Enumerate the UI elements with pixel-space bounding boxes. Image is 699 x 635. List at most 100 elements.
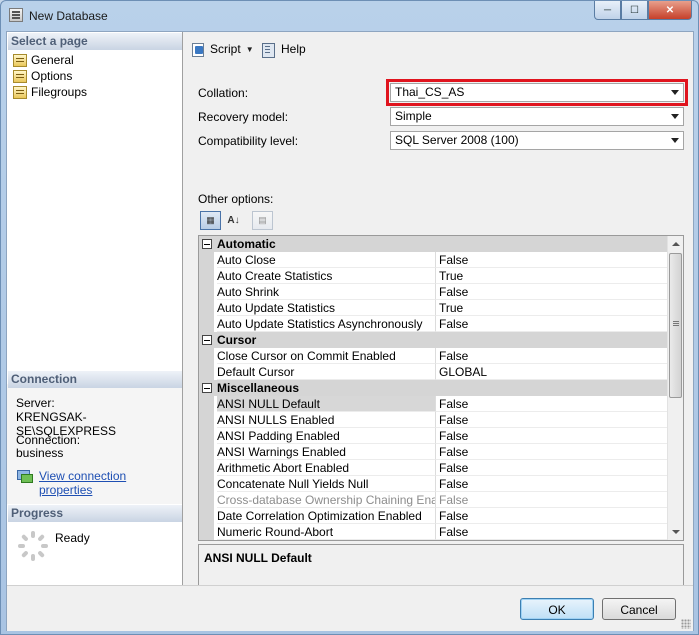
property-pages-icon[interactable]: ▤ <box>252 211 273 230</box>
recovery-model-combobox[interactable]: Simple <box>390 107 684 126</box>
property-value[interactable]: False <box>435 396 668 412</box>
property-row[interactable]: Date Correlation Optimization Enabled Fal… <box>199 508 668 524</box>
nav-item-filegroups[interactable]: Filegroups <box>13 84 87 100</box>
dropdown-arrow-icon[interactable]: ▼ <box>246 45 254 54</box>
help-label: Help <box>281 42 306 56</box>
property-name: Default Cursor <box>217 364 435 380</box>
property-name: Concatenate Null Yields Null <box>217 476 435 492</box>
view-connection-properties-link[interactable]: View connection properties <box>39 469 182 497</box>
collapse-icon[interactable] <box>202 239 212 249</box>
property-row[interactable]: Auto Shrink False <box>199 284 668 300</box>
collapse-icon[interactable] <box>202 383 212 393</box>
collation-value: Thai_CS_AS <box>395 85 465 99</box>
collation-label: Collation: <box>198 86 249 100</box>
category-label: Miscellaneous <box>217 381 300 395</box>
property-value[interactable]: False <box>435 428 668 444</box>
window-controls: ─ ☐ ✕ <box>594 1 692 21</box>
close-button[interactable]: ✕ <box>648 1 692 20</box>
scroll-down-icon[interactable] <box>668 524 683 540</box>
row-gutter <box>199 444 214 460</box>
category-row[interactable]: Automatic <box>199 236 668 252</box>
collapse-icon[interactable] <box>202 335 212 345</box>
property-value[interactable]: False <box>435 508 668 524</box>
nav-item-options[interactable]: Options <box>13 68 72 84</box>
row-gutter <box>199 364 214 380</box>
property-value[interactable]: False <box>435 476 668 492</box>
property-value[interactable]: False <box>435 412 668 428</box>
collation-combobox[interactable]: Thai_CS_AS <box>386 79 688 106</box>
page-icon <box>13 53 27 67</box>
compatibility-level-combobox[interactable]: SQL Server 2008 (100) <box>390 131 684 150</box>
row-gutter <box>199 428 214 444</box>
row-gutter <box>199 252 214 268</box>
other-options-label: Other options: <box>198 192 274 206</box>
property-value[interactable]: False <box>435 284 668 300</box>
property-value[interactable]: False <box>435 524 668 540</box>
row-gutter <box>199 300 214 316</box>
property-name: ANSI NULL Default <box>217 396 435 412</box>
row-gutter <box>199 524 214 540</box>
property-row[interactable]: Cross-database Ownership Chaining Enable… <box>199 492 668 508</box>
property-value[interactable]: True <box>435 268 668 284</box>
button-bar: OK Cancel <box>7 585 693 631</box>
close-icon: ✕ <box>665 4 675 16</box>
alphabetical-sort-icon[interactable]: A↓ <box>223 211 244 230</box>
property-grid-scrollbar[interactable] <box>667 236 683 540</box>
property-value[interactable]: False <box>435 460 668 476</box>
compatibility-level-value: SQL Server 2008 (100) <box>395 133 519 147</box>
cancel-button[interactable]: Cancel <box>602 598 676 620</box>
help-icon <box>261 42 276 58</box>
property-row[interactable]: Numeric Round-Abort False <box>199 524 668 540</box>
resize-grip-icon[interactable] <box>681 619 691 629</box>
nav-item-label: Options <box>31 69 73 83</box>
property-name: Close Cursor on Commit Enabled <box>217 348 435 364</box>
row-gutter <box>199 268 214 284</box>
title-bar[interactable]: New Database ─ ☐ ✕ <box>1 1 698 31</box>
left-pane: Select a page General Options Filegroups… <box>7 32 183 585</box>
property-row[interactable]: ANSI NULL Default False <box>199 396 668 412</box>
script-button[interactable]: Script ▼ <box>191 39 254 59</box>
property-row[interactable]: ANSI Padding Enabled False <box>199 428 668 444</box>
property-value[interactable]: GLOBAL <box>435 364 668 380</box>
scroll-up-icon[interactable] <box>668 236 683 252</box>
property-name: Auto Shrink <box>217 284 435 300</box>
minimize-button[interactable]: ─ <box>594 1 621 20</box>
property-row[interactable]: Auto Close False <box>199 252 668 268</box>
property-value[interactable]: False <box>435 492 668 508</box>
nav-item-general[interactable]: General <box>13 52 74 68</box>
row-gutter <box>199 508 214 524</box>
property-grid: Automatic Auto Close False Auto Create Stat… <box>198 235 684 541</box>
connection-properties-icon <box>16 468 33 483</box>
page-icon <box>13 69 27 83</box>
property-row[interactable]: Close Cursor on Commit Enabled False <box>199 348 668 364</box>
select-page-header: Select a page <box>8 33 182 50</box>
property-value[interactable]: False <box>435 252 668 268</box>
categorized-view-icon[interactable]: ▦ <box>200 211 221 230</box>
category-label: Automatic <box>217 237 276 251</box>
row-gutter <box>199 348 214 364</box>
property-row[interactable]: ANSI Warnings Enabled False <box>199 444 668 460</box>
ok-button[interactable]: OK <box>520 598 594 620</box>
property-row[interactable]: ANSI NULLS Enabled False <box>199 412 668 428</box>
help-button[interactable]: Help <box>261 39 306 59</box>
database-icon <box>9 8 23 22</box>
property-row[interactable]: Concatenate Null Yields Null False <box>199 476 668 492</box>
property-value[interactable]: False <box>435 444 668 460</box>
scroll-thumb[interactable] <box>669 253 682 398</box>
connection-value: business <box>16 446 64 460</box>
property-row[interactable]: Auto Update Statistics True <box>199 300 668 316</box>
category-row[interactable]: Miscellaneous <box>199 380 668 396</box>
property-row[interactable]: Auto Create Statistics True <box>199 268 668 284</box>
progress-spinner-icon <box>17 530 49 562</box>
property-value[interactable]: True <box>435 300 668 316</box>
progress-header: Progress <box>8 505 182 522</box>
property-row[interactable]: Default Cursor GLOBAL <box>199 364 668 380</box>
category-row[interactable]: Cursor <box>199 332 668 348</box>
property-row[interactable]: Arithmetic Abort Enabled False <box>199 460 668 476</box>
property-value[interactable]: False <box>435 316 668 332</box>
property-row[interactable]: Auto Update Statistics Asynchronously Fal… <box>199 316 668 332</box>
maximize-button[interactable]: ☐ <box>621 1 648 20</box>
property-value[interactable]: False <box>435 348 668 364</box>
property-name: Date Correlation Optimization Enabled <box>217 508 435 524</box>
row-gutter <box>199 476 214 492</box>
